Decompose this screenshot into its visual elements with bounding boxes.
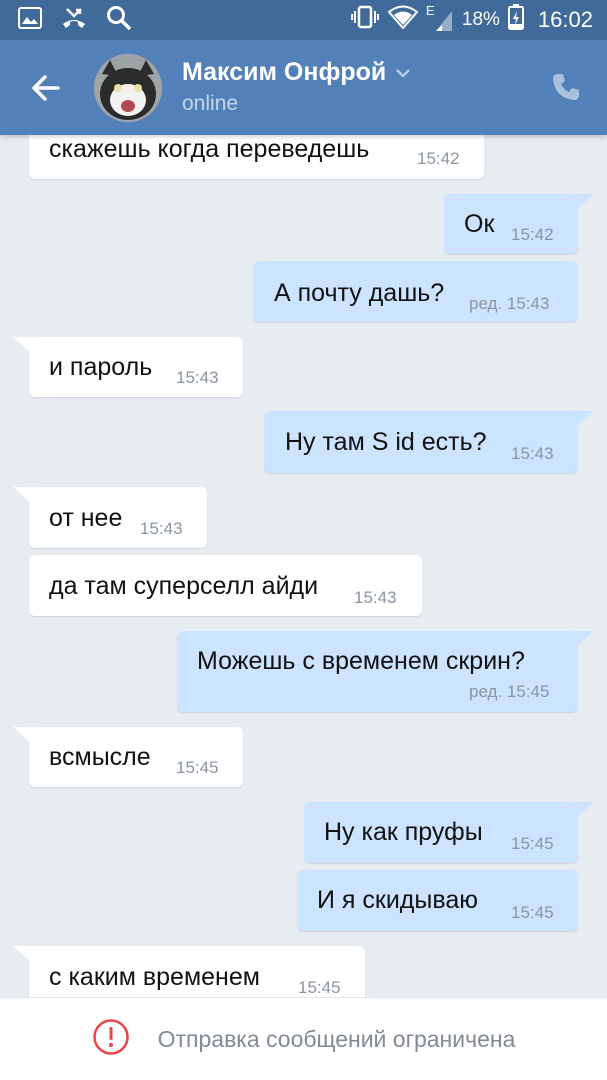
contact-status: online	[182, 92, 239, 115]
message-time: 15:45	[511, 834, 554, 853]
message-incoming[interactable]: с каким временем 15:45	[13, 946, 365, 997]
phone-icon	[553, 74, 579, 100]
message-time: ред. 15:45	[469, 682, 550, 701]
message-outgoing[interactable]: Можешь с временем скрин? ред. 15:45	[177, 631, 594, 712]
avatar[interactable]	[94, 54, 162, 122]
message-outgoing[interactable]: Ок 15:42	[444, 194, 594, 254]
message-text: И я скидываю	[317, 886, 479, 914]
signal-icon: E	[426, 3, 454, 33]
chat-header: Максим Онфрой online	[0, 40, 607, 135]
restriction-notice-bar: Отправка сообщений ограничена	[0, 997, 607, 1080]
message-text: Ок	[464, 210, 495, 238]
message-text: от нее	[49, 504, 123, 532]
gallery-icon	[18, 6, 42, 34]
message-outgoing[interactable]: Ну там S id есть? 15:43	[264, 411, 594, 473]
cat-avatar-image	[94, 54, 162, 122]
message-time: ред. 15:43	[469, 294, 550, 313]
message-time: 15:42	[511, 225, 554, 244]
message-text: всмысле	[49, 743, 151, 771]
message-text: скажешь когда переведешь	[49, 135, 370, 163]
message-text: да там суперселл айди	[49, 572, 319, 600]
search-icon	[106, 5, 132, 36]
battery-percent: 18%	[461, 9, 500, 30]
message-incoming[interactable]: скажешь когда переведешь 15:42	[29, 135, 484, 179]
contact-name[interactable]: Максим Онфрой	[182, 58, 412, 87]
message-text: Ну как пруфы	[324, 818, 483, 846]
message-time: 15:45	[511, 903, 554, 922]
bubble-tail	[576, 411, 594, 427]
call-button[interactable]	[551, 72, 581, 102]
message-time: 15:43	[176, 368, 219, 387]
message-outgoing[interactable]: И я скидываю 15:45	[297, 870, 578, 931]
battery-charging-icon	[507, 4, 524, 36]
message-text: А почту дашь?	[274, 279, 445, 307]
bubble-tail	[13, 727, 31, 743]
warning-icon	[92, 1018, 130, 1061]
wifi-icon	[387, 5, 419, 35]
arrow-left-icon	[32, 75, 60, 101]
message-incoming[interactable]: да там суперселл айди 15:43	[29, 555, 422, 616]
bubble-tail	[13, 487, 31, 503]
back-button[interactable]	[28, 70, 68, 106]
message-time: 15:42	[417, 149, 460, 168]
bubble-tail	[576, 802, 594, 818]
clock: 16:02	[537, 7, 593, 32]
message-list[interactable]: скажешь когда переведешь 15:42 Ок 15:42 …	[0, 135, 607, 997]
status-bar: E 18% 16:02	[0, 0, 607, 40]
message-text: с каким временем	[49, 963, 260, 991]
bubble-tail	[576, 631, 594, 647]
message-time: 15:43	[140, 519, 183, 538]
message-time: 15:43	[354, 588, 397, 607]
chevron-down-icon	[396, 68, 411, 78]
bubble-tail	[13, 946, 31, 962]
message-outgoing[interactable]: А почту дашь? ред. 15:43	[253, 261, 578, 322]
message-incoming[interactable]: всмысле 15:45	[13, 727, 243, 787]
message-time: 15:45	[176, 758, 219, 777]
bubble-tail	[576, 194, 594, 210]
message-text: Можешь с временем скрин?	[197, 647, 525, 675]
bubble-tail	[13, 337, 31, 353]
message-incoming[interactable]: от нее 15:43	[13, 487, 207, 548]
message-outgoing[interactable]: Ну как пруфы 15:45	[304, 802, 594, 863]
message-time: 15:43	[511, 444, 554, 463]
vibrate-icon	[350, 5, 380, 35]
contact-name-label: Максим Онфрой	[182, 58, 387, 86]
message-incoming[interactable]: и пароль 15:43	[13, 337, 243, 397]
message-text: и пароль	[49, 353, 153, 381]
missed-call-icon	[60, 6, 88, 35]
message-time: 15:45	[298, 978, 341, 997]
message-text: Ну там S id есть?	[285, 428, 487, 456]
restriction-notice-text: Отправка сообщений ограничена	[157, 1025, 516, 1052]
